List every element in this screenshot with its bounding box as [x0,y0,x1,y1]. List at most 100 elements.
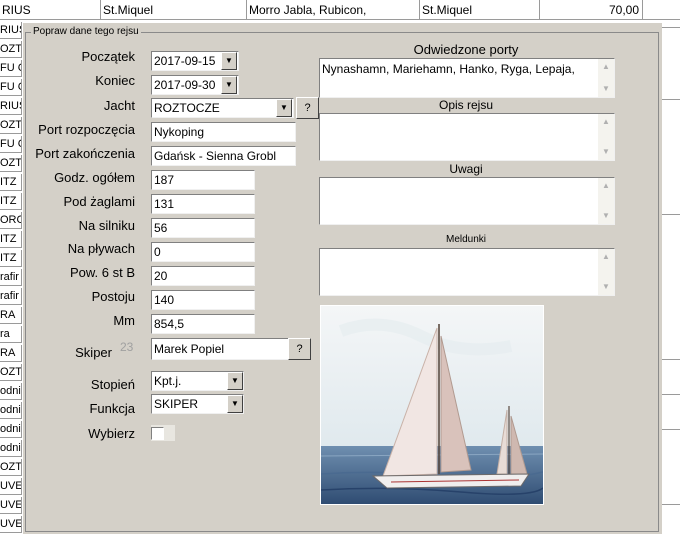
label-port-start: Port rozpoczęcia [38,122,135,137]
grid-cell[interactable]: St.Miquel [420,0,540,20]
port-end-input[interactable]: Gdańsk - Sienna Grobl [151,146,296,166]
grid-top-row: RIUS St.Miquel Morro Jabla, Rubicon, St.… [0,0,680,22]
scroll-down-icon[interactable]: ▼ [598,279,614,295]
grid-left-cell[interactable]: FU C [0,136,22,153]
stop-input[interactable]: 140 [151,290,255,310]
grid-left-cell[interactable]: RA [0,345,22,362]
grid-left-cell[interactable]: FU C [0,79,22,96]
yacht-dropdown[interactable]: ▼ [276,99,292,117]
grid-left-cell[interactable]: RA [0,307,22,324]
grid-left-cell[interactable]: ra [0,326,22,343]
grid-line [662,99,680,100]
sailboat-photo [320,305,544,505]
grid-left-cell[interactable]: odni [0,402,22,419]
description-scrollbar[interactable]: ▲ ▼ [598,114,614,160]
notes-memo[interactable]: ▲ ▼ [319,177,615,225]
description-memo[interactable]: ▲ ▼ [319,113,615,161]
rank-dropdown[interactable]: ▼ [227,372,243,390]
scroll-up-icon[interactable]: ▲ [598,178,614,194]
label-over6b: Pow. 6 st B [69,265,135,280]
ports-scrollbar[interactable]: ▲ ▼ [598,59,614,97]
label-start: Początek [81,49,135,64]
grid-left-cell[interactable]: ITZ [0,250,22,267]
function-dropdown[interactable]: ▼ [227,395,243,413]
grid-left-cell[interactable]: odni [0,440,22,457]
reports-memo[interactable]: ▲ ▼ [319,248,615,296]
label-on-engine: Na silniku [78,218,135,233]
grid-left-cell[interactable]: rafir [0,269,22,286]
chevron-down-icon: ▼ [225,80,233,89]
select-checkbox[interactable] [151,427,164,440]
port-start-input[interactable]: Nykoping [151,122,296,142]
end-date-value: 2017-09-30 [154,78,216,92]
grid-left-cell[interactable]: odni [0,421,22,438]
label-hours-total: Godz. ogółem [54,170,135,185]
label-select: Wybierz [88,426,135,441]
scroll-up-icon[interactable]: ▲ [598,114,614,130]
grid-left-cell[interactable]: OZTC [0,155,22,172]
ports-memo[interactable]: Nynashamn, Mariehamn, Hanko, Ryga, Lepaj… [319,58,615,98]
notes-scrollbar[interactable]: ▲ ▼ [598,178,614,224]
grid-left-cell[interactable]: UVE [0,516,22,533]
grid-line [662,429,680,430]
over6b-input[interactable]: 20 [151,266,255,286]
label-rank: Stopień [90,377,135,392]
chevron-down-icon: ▼ [231,399,239,408]
grid-left-cell[interactable]: ITZ [0,193,22,210]
sailboat-image [321,306,543,504]
mm-input[interactable]: 854,5 [151,314,255,334]
grid-left-cell[interactable]: OZTC [0,117,22,134]
grid-left-cell[interactable]: OZTC [0,41,22,58]
end-date-dropdown[interactable]: ▼ [221,76,237,94]
start-date-value: 2017-09-15 [154,54,216,68]
label-port-end: Port zakończenia [35,146,135,161]
grid-left-cell[interactable]: odni [0,383,22,400]
scroll-down-icon[interactable]: ▼ [598,208,614,224]
hours-total-input[interactable]: 187 [151,170,255,190]
ports-memo-text: Nynashamn, Mariehamn, Hanko, Ryga, Lepaj… [322,62,575,76]
chevron-down-icon: ▼ [231,376,239,385]
grid-left-cell[interactable]: UVE [0,497,22,514]
scroll-down-icon[interactable]: ▼ [598,144,614,160]
yacht-lookup-button[interactable]: ? [296,97,319,119]
label-skipper: Skiper [75,345,112,360]
under-sail-input[interactable]: 131 [151,194,255,214]
grid-left-cell[interactable]: ITZ [0,174,22,191]
skipper-input[interactable]: Marek Popiel [151,338,289,360]
panel-title: Popraw dane tego rejsu [31,26,141,37]
grid-left-cell[interactable]: ORC [0,212,22,229]
skipper-lookup-button[interactable]: ? [288,338,311,360]
grid-cell[interactable] [643,0,680,20]
grid-cell[interactable]: RIUS [0,0,101,20]
edit-trip-panel: Popraw dane tego rejsu Początek Koniec J… [22,22,662,534]
grid-line [662,359,680,360]
grid-cell[interactable]: St.Miquel [101,0,247,20]
reports-scrollbar[interactable]: ▲ ▼ [598,249,614,295]
grid-left-cell[interactable]: ITZ [0,231,22,248]
in-port-input[interactable]: 0 [151,242,255,262]
caption-ports: Odwiedzone porty [413,42,519,57]
grid-left-cell[interactable]: rafir [0,288,22,305]
grid-line [662,27,680,28]
scroll-up-icon[interactable]: ▲ [598,59,614,75]
grid-line [662,394,680,395]
grid-left-cell[interactable]: FU C [0,60,22,77]
yacht-combo[interactable]: ROZTOCZE [151,98,294,118]
scroll-down-icon[interactable]: ▼ [598,81,614,97]
grid-left-cell[interactable]: RIUS [0,98,22,115]
scroll-up-icon[interactable]: ▲ [598,249,614,265]
grid-left-cell[interactable]: OZTC [0,459,22,476]
grid-left-cell[interactable]: UVE [0,478,22,495]
rank-value: Kpt.j. [154,374,182,388]
on-engine-input[interactable]: 56 [151,218,255,238]
start-date-dropdown[interactable]: ▼ [221,52,237,70]
label-in-port: Na pływach [67,241,135,256]
label-stop: Postoju [91,289,135,304]
grid-cell[interactable]: 70,00 [540,0,643,20]
label-under-sail: Pod żaglami [63,194,135,209]
skipper-id: 23 [120,340,134,354]
grid-left-cell[interactable]: RIUS [0,22,22,39]
grid-cell[interactable]: Morro Jabla, Rubicon, [247,0,420,20]
grid-left-cell[interactable]: OZTC [0,364,22,381]
chevron-down-icon: ▼ [225,56,233,65]
